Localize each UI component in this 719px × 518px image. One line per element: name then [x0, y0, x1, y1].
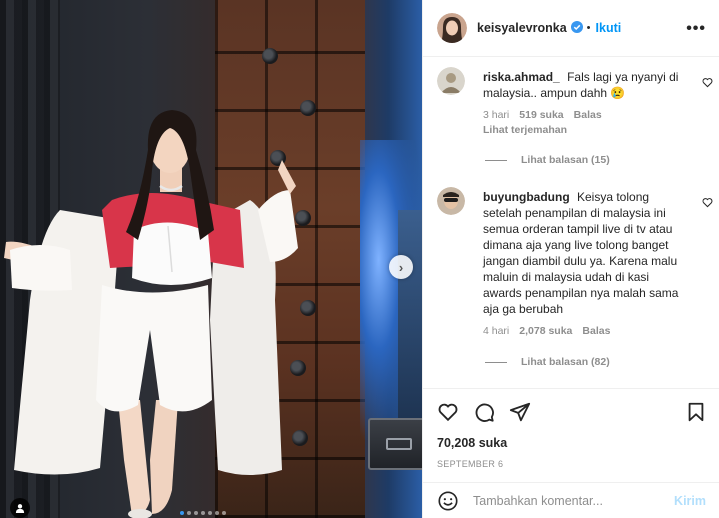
post-date: SEPTEMBER 6 — [437, 459, 504, 469]
post-details-panel: keisyalevronka • Ikuti ••• riska.ahmad_ … — [422, 0, 719, 518]
heart-icon[interactable] — [437, 401, 459, 423]
reply-button[interactable]: Balas — [574, 109, 602, 121]
comment-likes[interactable]: 2,078 suka — [519, 325, 572, 337]
replies-divider — [485, 159, 507, 161]
bookmark-icon[interactable] — [685, 401, 707, 423]
comment-meta: 3 hari 519 suka Balas — [483, 109, 602, 121]
carousel-indicator — [180, 511, 226, 515]
comment-icon[interactable] — [473, 401, 495, 423]
comment-likes[interactable]: 519 suka — [519, 109, 563, 121]
comment-time: 4 hari — [483, 325, 510, 337]
comment-meta: 4 hari 2,078 suka Balas — [483, 325, 610, 337]
comment-list: riska.ahmad_ Fals lagi ya nyanyi di mala… — [423, 57, 719, 387]
view-replies-button[interactable]: Lihat balasan (82) — [485, 356, 610, 368]
comment-time: 3 hari — [483, 109, 510, 121]
author-username[interactable]: keisyalevronka — [477, 21, 567, 35]
photo-subject-woman — [4, 110, 298, 518]
replies-divider — [485, 361, 507, 363]
verified-badge-icon — [570, 20, 583, 36]
user-tag-icon — [15, 504, 25, 513]
view-replies-button[interactable]: Lihat balasan (15) — [485, 154, 610, 166]
carousel-dot — [201, 511, 205, 515]
post-header: keisyalevronka • Ikuti ••• — [423, 0, 719, 57]
see-translation-button[interactable]: Lihat terjemahan — [483, 124, 567, 136]
chevron-right-icon: › — [398, 259, 404, 275]
header-separator: • — [586, 22, 591, 34]
commenter-avatar[interactable] — [437, 67, 465, 95]
comment-text: Keisya tolong setelah penampilan di mala… — [483, 190, 679, 316]
more-options-button[interactable]: ••• — [686, 20, 706, 38]
emoji-icon[interactable] — [437, 490, 459, 512]
post-comment-button[interactable]: Kirim — [674, 494, 706, 508]
reply-button[interactable]: Balas — [582, 325, 610, 337]
carousel-dot — [208, 511, 212, 515]
author-avatar[interactable] — [437, 13, 467, 43]
view-replies-label: Lihat balasan (15) — [521, 154, 610, 166]
comment-text-block: riska.ahmad_ Fals lagi ya nyanyi di mala… — [483, 69, 691, 101]
follow-button[interactable]: Ikuti — [596, 21, 622, 35]
post-actions-bar — [423, 388, 719, 434]
user-tags-button[interactable] — [10, 498, 30, 518]
carousel-dot — [222, 511, 226, 515]
comment-input[interactable] — [473, 493, 663, 508]
carousel-dot — [194, 511, 198, 515]
carousel-dot — [215, 511, 219, 515]
heart-icon[interactable] — [702, 197, 713, 211]
commenter-avatar[interactable] — [437, 187, 465, 215]
comment-text-block: buyungbadung Keisya tolong setelah penam… — [483, 189, 691, 317]
post-photo[interactable]: › — [0, 0, 422, 518]
carousel-dot — [180, 511, 184, 515]
carousel-dot — [187, 511, 191, 515]
share-icon[interactable] — [509, 401, 531, 423]
carousel-next-button[interactable]: › — [389, 255, 413, 279]
comment-username[interactable]: riska.ahmad_ — [483, 70, 560, 84]
view-replies-label: Lihat balasan (82) — [521, 356, 610, 368]
comment-composer: Kirim — [423, 482, 719, 518]
like-count[interactable]: 70,208 suka — [437, 436, 507, 450]
instagram-post-modal: › keisyalevronka • Ikuti ••• riska.ahmad… — [0, 0, 719, 518]
heart-icon[interactable] — [702, 77, 713, 91]
comment-username[interactable]: buyungbadung — [483, 190, 570, 204]
